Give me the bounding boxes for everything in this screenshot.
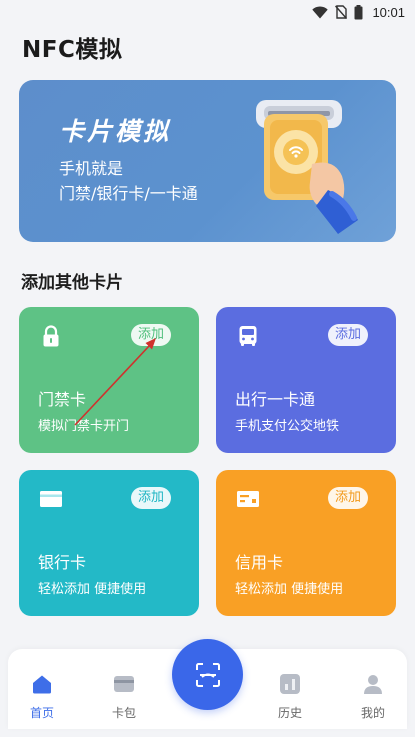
nav-label-wallet: 卡包 [111,706,136,720]
history-icon [280,674,300,694]
access-card-tile[interactable]: 添加 门禁卡 模拟门禁卡开门 [19,307,199,453]
add-credit-card-button[interactable]: 添加 [327,487,368,509]
card-simulation-banner[interactable]: 卡片模拟 手机就是 门禁/银行卡/一卡通 [19,80,396,242]
card-subtitle: 手机支付公交地铁 [235,419,340,434]
banner-subtitle-line2: 门禁/银行卡/一卡通 [59,184,198,203]
banner-subtitle: 手机就是 门禁/银行卡/一卡通 [59,156,198,206]
banner-title: 卡片模拟 [59,117,172,146]
card-title: 信用卡 [235,553,284,572]
credit-card-tile[interactable]: 添加 信用卡 轻松添加 便捷使用 [216,470,396,616]
nav-label-profile: 我的 [360,706,385,720]
nav-item-home[interactable]: 首页 [17,673,67,721]
credit-card-icon [237,491,259,507]
scan-button[interactable] [172,639,243,710]
nav-label-history: 历史 [277,706,302,720]
card-subtitle: 轻松添加 便捷使用 [38,582,147,597]
card-title: 门禁卡 [38,390,87,409]
card-title: 银行卡 [38,553,87,572]
status-bar: 10:01 [0,0,415,24]
card-icon [40,491,62,507]
status-time: 10:01 [372,4,405,20]
nav-item-wallet[interactable]: 卡包 [99,673,149,721]
card-subtitle: 轻松添加 便捷使用 [235,582,344,597]
bank-card-tile[interactable]: 添加 银行卡 轻松添加 便捷使用 [19,470,199,616]
battery-icon [354,4,363,19]
wallet-icon [114,676,134,692]
lock-icon [43,325,59,347]
wifi-icon [312,5,329,18]
nav-label-home: 首页 [29,706,54,720]
profile-icon [364,675,382,694]
nav-item-profile[interactable]: 我的 [348,673,398,721]
section-title: 添加其他卡片 [21,273,123,293]
home-icon [33,675,51,694]
transit-card-tile[interactable]: 添加 出行一卡通 手机支付公交地铁 [216,307,396,453]
card-subtitle: 模拟门禁卡开门 [38,419,130,434]
card-title: 出行一卡通 [235,390,316,409]
scan-icon [195,662,220,687]
no-sim-icon [335,5,348,19]
add-access-card-button[interactable]: 添加 [130,324,171,346]
page-title: NFC模拟 [22,37,123,63]
card-reader-illustration [256,100,358,234]
add-transit-card-button[interactable]: 添加 [327,324,368,346]
add-bank-card-button[interactable]: 添加 [130,487,171,509]
nav-item-history[interactable]: 历史 [265,673,315,721]
bus-icon [239,326,257,346]
banner-subtitle-line1: 手机就是 [59,159,124,178]
